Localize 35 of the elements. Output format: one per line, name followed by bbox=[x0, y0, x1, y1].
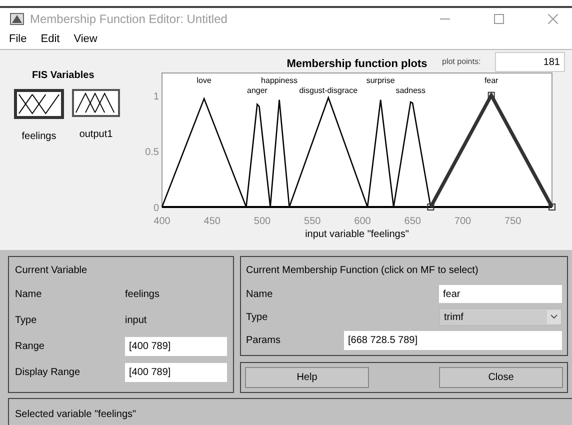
x-tick-label: 550 bbox=[304, 216, 321, 227]
panel-title: Current Membership Function (click on MF to select) bbox=[246, 264, 480, 278]
x-tick-label: 450 bbox=[204, 216, 220, 227]
membership-label: surprise bbox=[366, 76, 395, 85]
membership-label: sadness bbox=[396, 86, 426, 95]
panel-title: Current Variable bbox=[15, 264, 88, 278]
field-label: Params bbox=[246, 334, 282, 348]
field-label: Name bbox=[15, 288, 43, 302]
membership-label: fear bbox=[484, 76, 498, 85]
membership-label: happiness bbox=[261, 76, 298, 85]
x-tick-label: 400 bbox=[154, 216, 170, 227]
x-tick-label: 650 bbox=[404, 216, 421, 227]
x-axis-label: input variable "feelings" bbox=[305, 229, 409, 240]
membership-label: love bbox=[196, 76, 212, 85]
chart-title: Membership function plots bbox=[286, 58, 428, 70]
field-label: Type bbox=[15, 314, 38, 328]
status-text: Selected variable "feelings" bbox=[15, 409, 136, 420]
field-value: feelings bbox=[125, 288, 160, 302]
x-tick-label: 600 bbox=[354, 216, 371, 227]
field-label: Name bbox=[246, 288, 274, 302]
panel-title: FIS Variables bbox=[32, 69, 94, 83]
plot-points-label: plot points: bbox=[442, 56, 481, 68]
x-tick-label: 500 bbox=[254, 216, 271, 227]
field-label: Type bbox=[246, 310, 269, 324]
membership-label: anger bbox=[247, 86, 268, 95]
window-title: Membership Function Editor: Untitled bbox=[30, 11, 228, 28]
y-tick-label: 0.5 bbox=[145, 147, 159, 158]
field-label: Range bbox=[15, 340, 46, 354]
field-value: input bbox=[125, 314, 147, 328]
x-tick-label: 750 bbox=[504, 216, 522, 227]
field-label: Display Range bbox=[15, 366, 82, 380]
y-tick-label: 1 bbox=[153, 91, 159, 102]
membership-label: disgust-disgrace bbox=[299, 86, 358, 95]
y-tick-label: 0 bbox=[153, 203, 159, 214]
x-tick-label: 700 bbox=[454, 216, 472, 227]
